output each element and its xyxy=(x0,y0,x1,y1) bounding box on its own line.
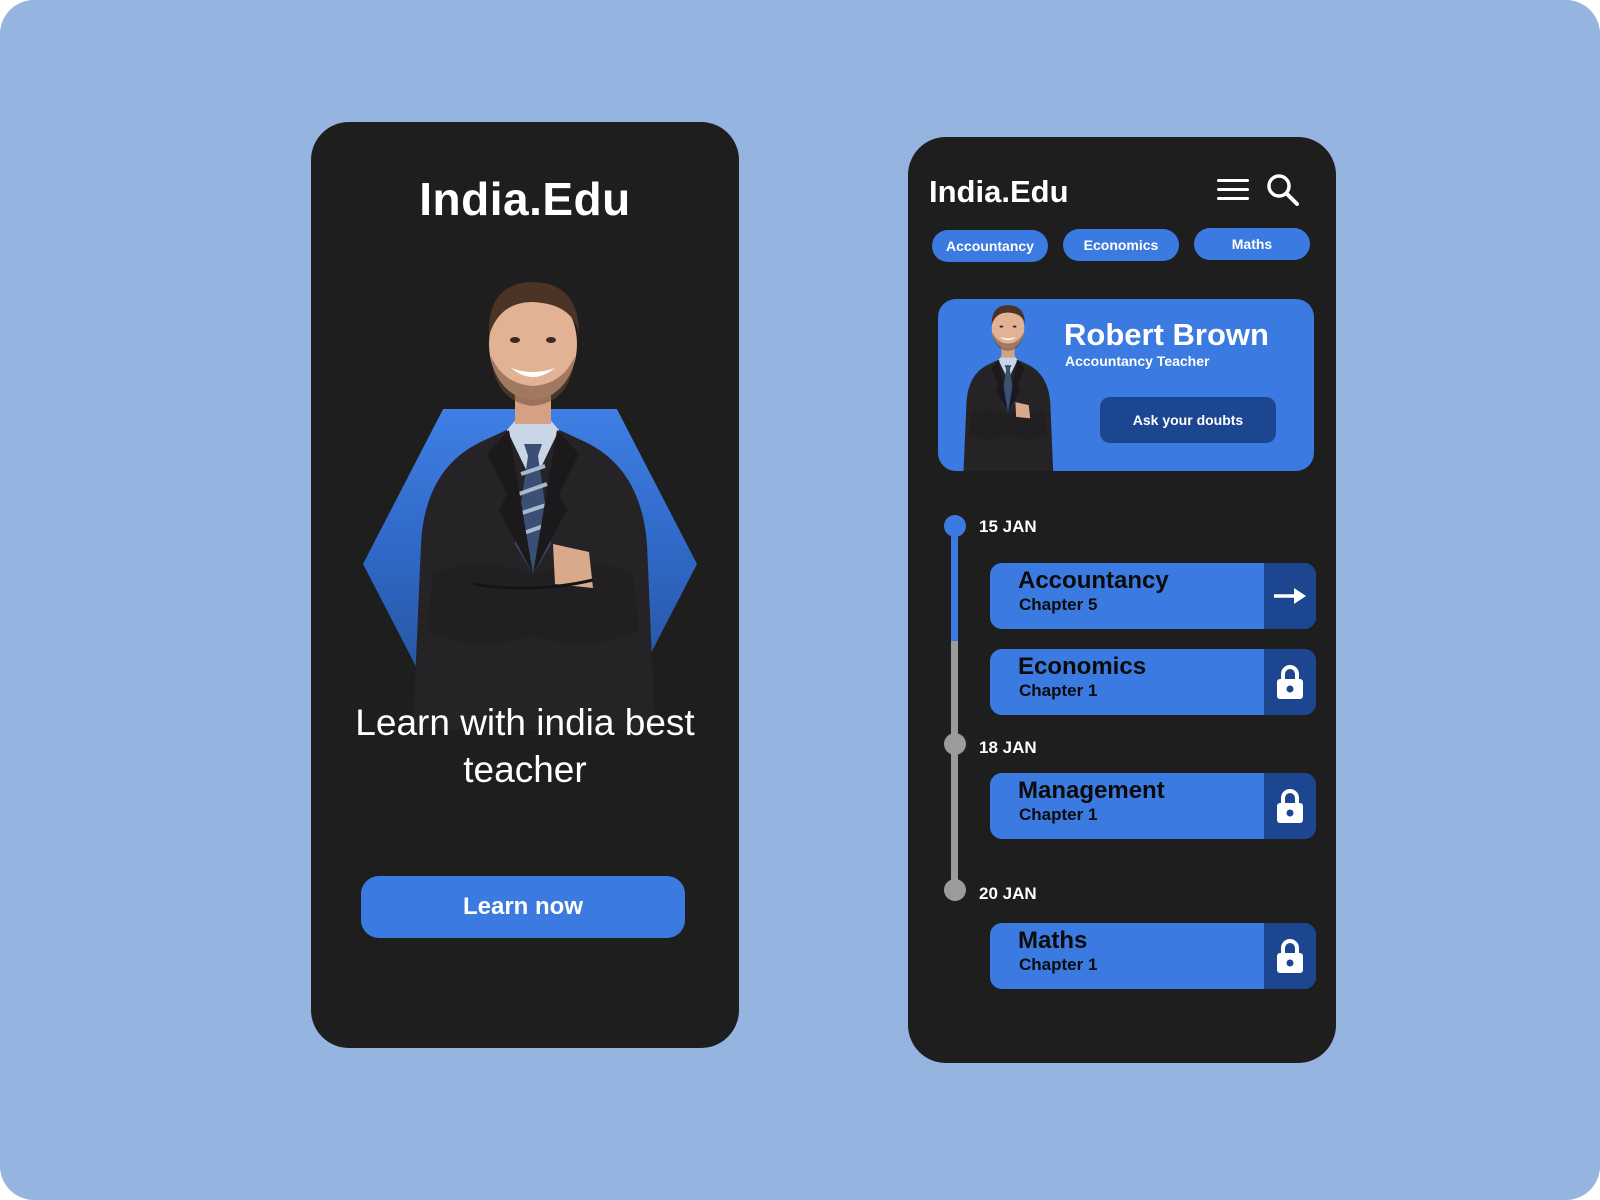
lock-icon xyxy=(1277,789,1303,823)
lesson-subject: Economics xyxy=(1018,653,1147,680)
teacher-role: Accountancy Teacher xyxy=(1065,353,1210,369)
lesson-chapter: Chapter 5 xyxy=(1019,595,1098,614)
learn-now-button[interactable]: Learn now xyxy=(361,876,685,938)
chip-economics[interactable]: Economics xyxy=(1063,229,1179,261)
canvas: India.Edu Learn with india best teacher … xyxy=(0,0,1600,1200)
lesson-card-maths[interactable]: Maths Chapter 1 xyxy=(990,923,1316,989)
teacher-card: Robert Brown Accountancy Teacher Ask you… xyxy=(938,299,1314,471)
lesson-card-economics[interactable]: Economics Chapter 1 xyxy=(990,649,1316,715)
welcome-screen: India.Edu Learn with india best teacher … xyxy=(311,122,739,1048)
dashboard-screen: India.Edu Accountancy Economics Maths Ro… xyxy=(908,137,1336,1063)
timeline-progress xyxy=(951,525,958,641)
lock-icon xyxy=(1277,939,1303,973)
hamburger-icon[interactable] xyxy=(1217,179,1249,203)
lesson-subject: Maths xyxy=(1018,927,1088,954)
search-icon[interactable] xyxy=(1266,173,1300,207)
timeline-dot-active xyxy=(944,515,966,537)
lesson-chapter: Chapter 1 xyxy=(1019,681,1098,700)
teacher-photo xyxy=(963,305,1054,471)
tagline: Learn with india best teacher xyxy=(355,702,695,790)
lock-icon xyxy=(1277,665,1303,699)
open-lesson-button[interactable] xyxy=(1264,563,1316,629)
chip-accountancy[interactable]: Accountancy xyxy=(932,230,1048,262)
chip-maths[interactable]: Maths xyxy=(1194,228,1310,260)
brand-title: India.Edu xyxy=(419,173,631,225)
lesson-subject: Management xyxy=(1018,777,1165,804)
lesson-card-accountancy[interactable]: Accountancy Chapter 5 xyxy=(990,563,1316,629)
teacher-name: Robert Brown xyxy=(1064,317,1269,352)
brand-title: India.Edu xyxy=(929,174,1069,209)
lesson-chapter: Chapter 1 xyxy=(1019,805,1098,824)
lesson-chapter: Chapter 1 xyxy=(1019,955,1098,974)
timeline-dot xyxy=(944,879,966,901)
ask-doubts-button[interactable]: Ask your doubts xyxy=(1100,397,1276,443)
locked-indicator xyxy=(1264,923,1316,989)
arrow-right-icon xyxy=(1274,588,1306,604)
timeline-date: 20 JAN xyxy=(979,884,1037,903)
locked-indicator xyxy=(1264,649,1316,715)
timeline-dot xyxy=(944,733,966,755)
timeline-date: 15 JAN xyxy=(979,517,1037,536)
lesson-subject: Accountancy xyxy=(1018,567,1169,594)
locked-indicator xyxy=(1264,773,1316,839)
teacher-photo xyxy=(413,282,655,730)
lesson-card-management[interactable]: Management Chapter 1 xyxy=(990,773,1316,839)
hero-illustration xyxy=(363,244,697,730)
timeline-date: 18 JAN xyxy=(979,738,1037,757)
